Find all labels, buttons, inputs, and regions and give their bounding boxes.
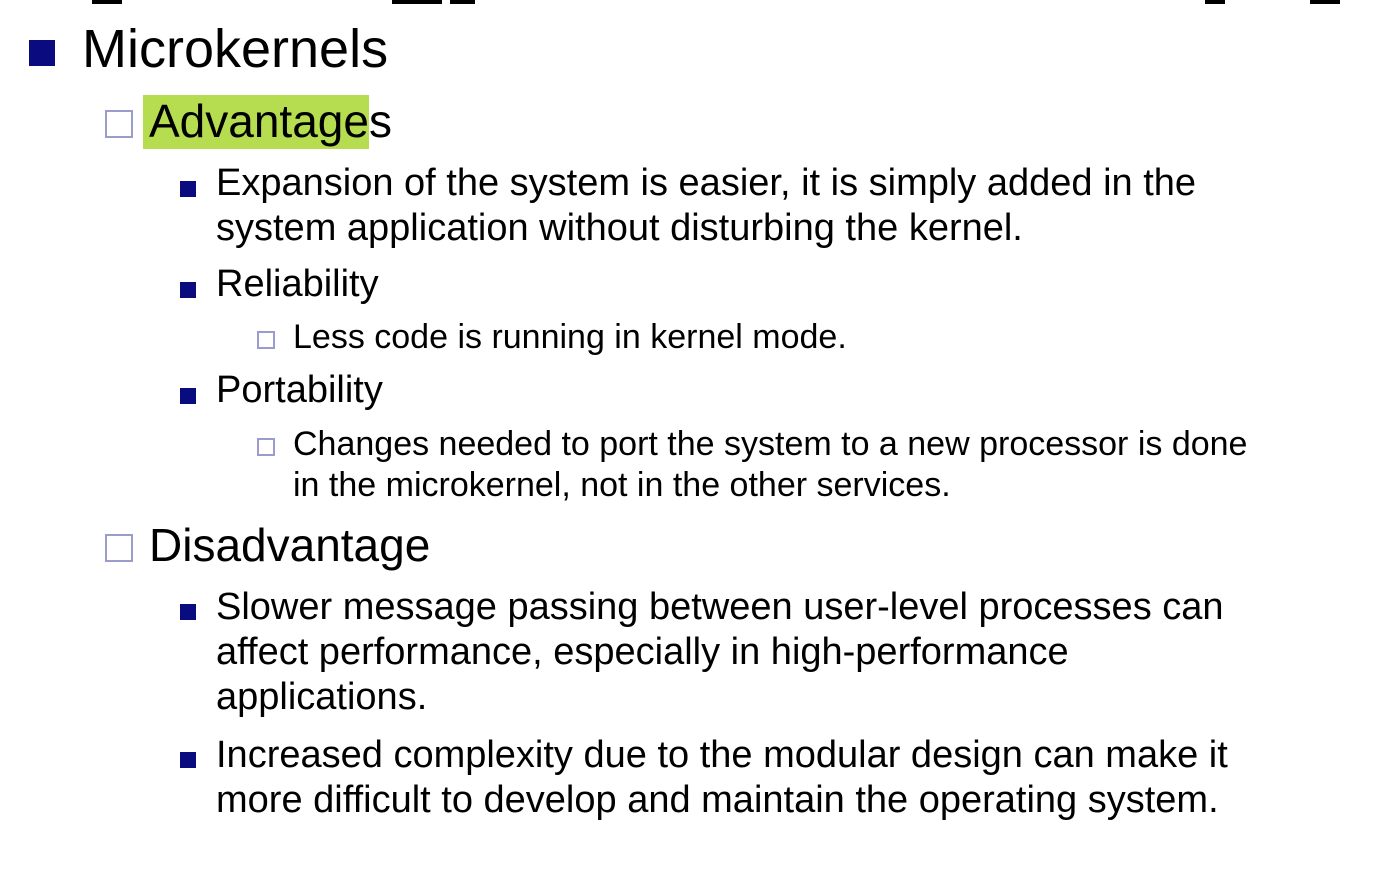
advantage-expansion-line-2: system application without disturbing th… [216,207,1023,249]
portability-detail-line-2: in the microkernel, not in the other ser… [293,466,951,504]
disadvantage-slower-line-2: affect performance, especially in high-p… [216,631,1069,673]
disadvantage-item-bullet-icon [180,752,196,768]
advantage-item-bullet-icon [180,388,196,404]
disadvantage-complexity-line-1: Increased complexity due to the modular … [216,734,1228,776]
slide: Microkernels Advantages Expansion of the… [0,0,1384,874]
disadvantage-complexity-line-2: more difficult to develop and maintain t… [216,779,1219,821]
advantages-hollow-bullet-icon [105,110,133,138]
disadvantage-label: Disadvantage [149,519,431,571]
advantage-item-bullet-icon [180,181,196,197]
advantage-reliability: Reliability [216,263,379,305]
portability-detail-line-1: Changes needed to port the system to a n… [293,425,1248,463]
level1-square-bullet-icon [29,40,55,66]
disadvantage-slower-line-1: Slower message passing between user-leve… [216,586,1224,628]
advantage-item-bullet-icon [180,282,196,298]
advantage-expansion-line-1: Expansion of the system is easier, it is… [216,162,1197,204]
clipped-title-remnant [0,0,1384,10]
advantages-label: Advantages [143,94,392,149]
advantage-portability: Portability [216,369,383,411]
advantages-highlight: Advantage [143,95,369,149]
disadvantage-item-bullet-icon [180,604,196,620]
reliability-detail: Less code is running in kernel mode. [293,318,847,356]
sub-item-hollow-bullet-icon [257,438,275,456]
heading-microkernels: Microkernels [82,19,389,79]
sub-item-hollow-bullet-icon [257,331,275,349]
disadvantage-slower-line-3: applications. [216,676,428,718]
disadvantage-hollow-bullet-icon [105,534,133,562]
advantages-label-suffix: s [368,95,392,147]
